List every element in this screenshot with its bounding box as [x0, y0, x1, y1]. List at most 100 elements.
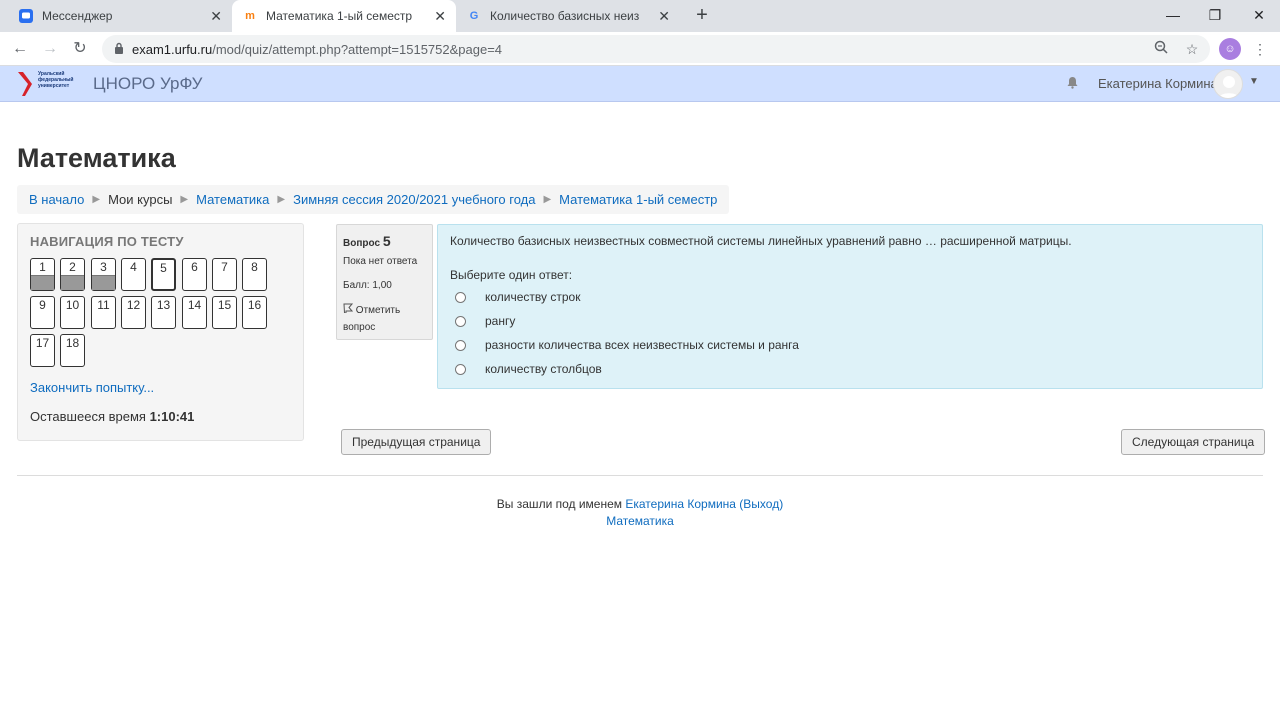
quiz-nav-question-button[interactable]: 17	[30, 334, 55, 367]
urfu-logo-mark	[18, 72, 32, 96]
close-icon[interactable]: ✕	[434, 8, 446, 25]
answer-label[interactable]: разности количества всех неизвестных сис…	[485, 338, 799, 352]
url-path: /mod/quiz/attempt.php?attempt=1515752&pa…	[212, 41, 503, 57]
answer-option[interactable]: разности количества всех неизвестных сис…	[455, 338, 799, 352]
logout-link[interactable]: (Выход)	[739, 497, 783, 511]
question-text: Количество базисных неизвестных совместн…	[450, 234, 1072, 248]
breadcrumb-separator-icon: ▶	[180, 194, 189, 205]
question-button-number: 16	[247, 298, 262, 312]
breadcrumb-semester[interactable]: Математика 1-ый семестр	[559, 192, 717, 207]
browser-tab-strip: Мессенджер ✕ m Математика 1-ый семестр ✕…	[0, 0, 1280, 32]
urfu-logo[interactable]: Уральский федеральный университет	[16, 68, 86, 100]
quiz-nav-question-button[interactable]: 6	[182, 258, 207, 291]
breadcrumb-separator-icon: ▶	[92, 194, 101, 205]
quiz-nav-question-button[interactable]: 3	[91, 258, 116, 291]
quiz-nav-question-button[interactable]: 1	[30, 258, 55, 291]
quiz-nav-question-button[interactable]: 10	[60, 296, 85, 329]
close-window-button[interactable]: ✕	[1236, 0, 1280, 32]
question-button-number: 18	[65, 336, 80, 350]
breadcrumb-session[interactable]: Зимняя сессия 2020/2021 учебного года	[293, 192, 535, 207]
minimize-button[interactable]: —	[1150, 0, 1196, 32]
quiz-nav-question-button[interactable]: 15	[212, 296, 237, 329]
question-button-number: 15	[217, 298, 232, 312]
time-left-value: 1:10:41	[149, 409, 195, 424]
question-grade: Балл: 1,00	[343, 280, 392, 291]
question-button-number: 12	[126, 298, 141, 312]
tab-google-search[interactable]: G Количество базисных неизвест ✕	[456, 0, 680, 32]
course-home-link[interactable]: Математика	[606, 514, 674, 528]
zoom-icon[interactable]	[1149, 37, 1173, 61]
answer-radio[interactable]	[455, 315, 466, 327]
quiz-nav-question-button[interactable]: 18	[60, 334, 85, 367]
answer-option[interactable]: количеству строк	[455, 290, 580, 304]
question-button-number: 2	[69, 260, 76, 274]
quiz-nav-question-button[interactable]: 7	[212, 258, 237, 291]
google-icon: G	[469, 10, 479, 22]
quiz-navigation-heading: НАВИГАЦИЯ ПО ТЕСТУ	[30, 234, 184, 249]
next-page-button[interactable]: Следующая страница	[1121, 429, 1266, 455]
question-button-number: 7	[221, 260, 228, 274]
address-bar[interactable]: exam1.urfu.ru/mod/quiz/attempt.php?attem…	[102, 35, 1210, 63]
moodle-icon: m	[245, 10, 255, 22]
logo-text: Уральский федеральный университет	[38, 71, 74, 89]
answer-option[interactable]: рангу	[455, 314, 515, 328]
question-state: Пока нет ответа	[343, 256, 418, 267]
question-button-number: 17	[35, 336, 50, 350]
forward-button[interactable]: →	[38, 37, 62, 61]
lock-icon	[114, 42, 124, 57]
question-button-number: 3	[100, 260, 107, 274]
flag-question-toggle[interactable]: Отметить вопрос	[343, 302, 423, 336]
site-name[interactable]: ЦНОРО УрФУ	[93, 74, 202, 94]
answer-label[interactable]: количеству столбцов	[485, 362, 602, 376]
previous-page-button[interactable]: Предыдущая страница	[341, 429, 492, 455]
bookmark-star-icon[interactable]: ☆	[1180, 37, 1204, 61]
quiz-nav-question-button[interactable]: 16	[242, 296, 267, 329]
menu-kebab-icon[interactable]: ⋮	[1248, 37, 1272, 61]
tab-title: Мессенджер	[42, 9, 113, 23]
answer-option[interactable]: количеству столбцов	[455, 362, 602, 376]
answer-radio[interactable]	[455, 291, 466, 303]
question-content: Количество базисных неизвестных совместн…	[437, 224, 1263, 389]
answer-label[interactable]: рангу	[485, 314, 515, 328]
question-button-number: 14	[187, 298, 202, 312]
breadcrumb-math[interactable]: Математика	[196, 192, 269, 207]
reload-button[interactable]: ↻	[68, 37, 92, 61]
user-menu-name[interactable]: Екатерина Кормина	[1098, 76, 1218, 91]
answer-radio[interactable]	[455, 339, 466, 351]
quiz-nav-question-button[interactable]: 11	[91, 296, 116, 329]
breadcrumb: В начало ▶ Мои курсы ▶ Математика ▶ Зимн…	[17, 185, 730, 214]
finish-attempt-link[interactable]: Закончить попытку...	[30, 380, 154, 395]
quiz-nav-question-button[interactable]: 2	[60, 258, 85, 291]
close-icon[interactable]: ✕	[210, 8, 222, 25]
back-button[interactable]: ←	[8, 37, 32, 61]
question-button-number: 11	[97, 298, 110, 312]
chevron-down-icon[interactable]: ▼	[1249, 76, 1259, 87]
profile-link[interactable]: Екатерина Кормина	[625, 497, 736, 511]
quiz-nav-question-button[interactable]: 9	[30, 296, 55, 329]
tab-messenger[interactable]: Мессенджер ✕	[8, 0, 232, 32]
messenger-icon	[18, 8, 34, 24]
login-info: Вы зашли под именем Екатерина Кормина (В…	[0, 497, 1280, 511]
tab-title: Количество базисных неизвест	[490, 9, 640, 23]
answer-radio[interactable]	[455, 363, 466, 375]
tab-math-semester[interactable]: m Математика 1-ый семестр ✕	[232, 0, 456, 32]
quiz-nav-question-button[interactable]: 4	[121, 258, 146, 291]
new-tab-button[interactable]: +	[690, 4, 714, 28]
login-info-text: Вы зашли под именем	[496, 497, 623, 511]
notifications-bell-icon[interactable]	[1066, 76, 1079, 92]
breadcrumb-home[interactable]: В начало	[29, 192, 84, 207]
quiz-nav-question-button[interactable]: 12	[121, 296, 146, 329]
quiz-nav-question-button[interactable]: 8	[242, 258, 267, 291]
quiz-nav-question-button[interactable]: 5	[151, 258, 176, 291]
quiz-nav-question-button[interactable]: 13	[151, 296, 176, 329]
quiz-nav-question-button[interactable]: 14	[182, 296, 207, 329]
footer-divider	[17, 475, 1263, 476]
question-button-number: 1	[39, 260, 46, 274]
answer-label[interactable]: количеству строк	[485, 290, 580, 304]
maximize-button[interactable]: ❐	[1192, 0, 1238, 32]
question-button-number: 10	[65, 298, 80, 312]
close-icon[interactable]: ✕	[658, 8, 670, 25]
question-button-number: 13	[156, 298, 171, 312]
profile-avatar-icon[interactable]: ☺	[1219, 38, 1241, 60]
user-avatar[interactable]	[1213, 69, 1243, 99]
